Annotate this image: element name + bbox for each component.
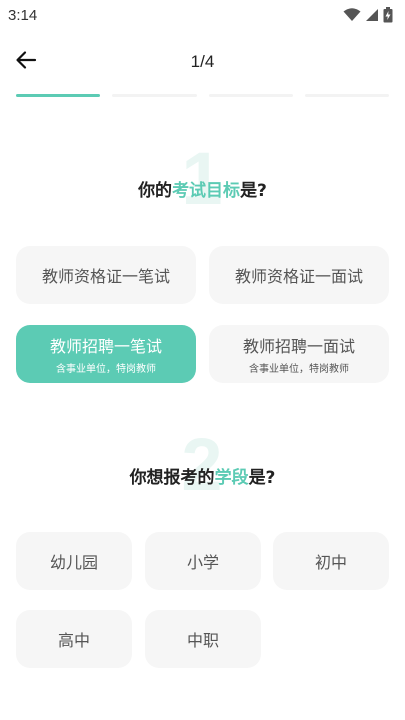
question-2-suffix: 是? <box>248 468 276 488</box>
option-vocational[interactable]: 中职 <box>145 610 261 668</box>
option-primary-school[interactable]: 小学 <box>145 532 261 590</box>
option-label: 教师招聘一面试 <box>242 337 355 356</box>
option-teacher-cert-written[interactable]: 教师资格证一笔试 <box>16 246 196 304</box>
question-2-highlight: 学段 <box>214 468 249 488</box>
status-bar: 3:14 <box>0 0 405 30</box>
app-bar: 1/4 <box>0 44 405 84</box>
option-sublabel: 含事业单位，特岗教师 <box>249 364 349 375</box>
option-junior-high[interactable]: 初中 <box>273 532 389 590</box>
status-time: 3:14 <box>8 6 38 24</box>
option-teacher-recruit-written[interactable]: 教师招聘一笔试 含事业单位，特岗教师 <box>16 325 196 383</box>
option-teacher-cert-interview[interactable]: 教师资格证一面试 <box>209 246 389 304</box>
option-sublabel: 含事业单位，特岗教师 <box>56 364 156 375</box>
question-1-suffix: 是? <box>240 181 267 201</box>
option-label: 中职 <box>186 631 219 650</box>
option-label: 初中 <box>314 553 347 572</box>
progress-segment-3 <box>208 94 293 97</box>
progress-bar <box>16 94 389 98</box>
question-2-title: 你想报考的学段是? <box>0 463 405 488</box>
option-label: 教师招聘一笔试 <box>49 337 162 356</box>
step-indicator: 1/4 <box>190 52 215 71</box>
progress-segment-4 <box>304 94 389 97</box>
progress-segment-2 <box>112 94 197 97</box>
question-1-prefix: 你的 <box>138 181 173 201</box>
option-label: 高中 <box>57 631 90 650</box>
option-label: 小学 <box>186 553 219 572</box>
question-1-title: 你的考试目标是? <box>0 176 405 201</box>
option-label: 幼儿园 <box>49 553 98 572</box>
option-label: 教师资格证一面试 <box>234 267 363 286</box>
battery-charging-icon <box>383 7 393 23</box>
progress-segment-1 <box>16 94 101 97</box>
status-icons <box>343 7 393 23</box>
option-label: 教师资格证一笔试 <box>41 267 170 286</box>
option-senior-high[interactable]: 高中 <box>16 610 132 668</box>
wifi-icon <box>343 8 361 22</box>
question-2-prefix: 你想报考的 <box>129 468 215 488</box>
option-kindergarten[interactable]: 幼儿园 <box>16 532 132 590</box>
question-1-highlight: 考试目标 <box>172 181 241 201</box>
option-teacher-recruit-interview[interactable]: 教师招聘一面试 含事业单位，特岗教师 <box>209 325 389 383</box>
signal-icon <box>365 8 379 22</box>
